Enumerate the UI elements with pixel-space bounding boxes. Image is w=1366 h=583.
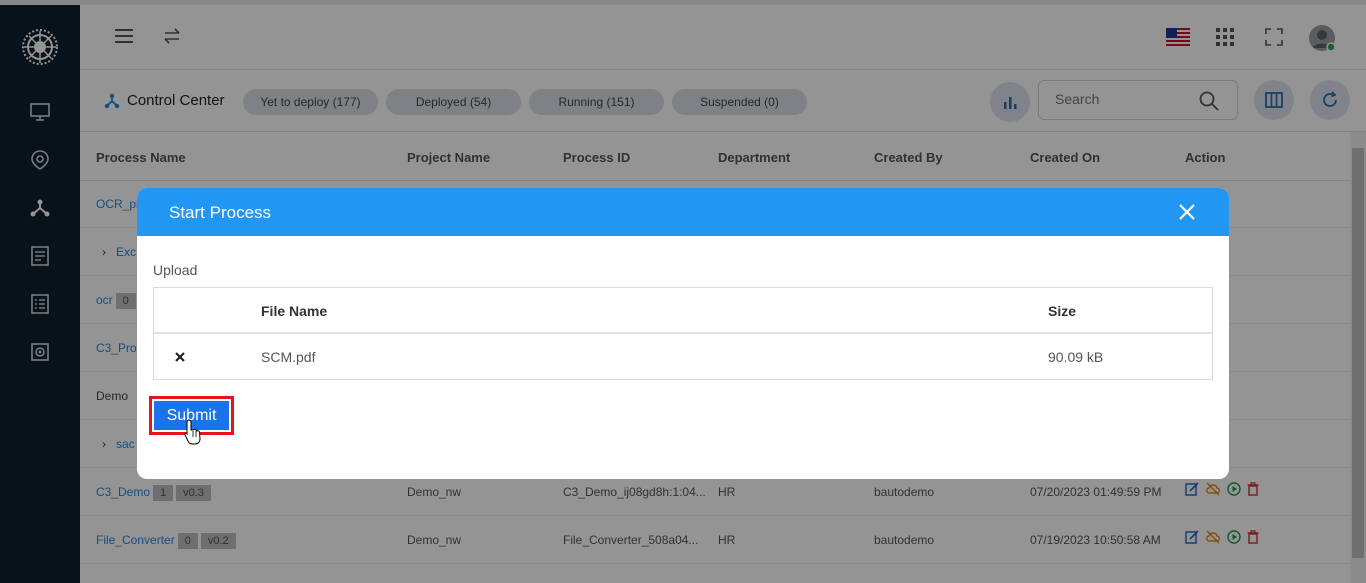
remove-file-icon[interactable] xyxy=(174,351,186,363)
dialog-title: Start Process xyxy=(169,203,272,222)
hand-pointer-cursor-icon xyxy=(184,419,201,445)
file-name-header: File Name xyxy=(261,303,328,319)
file-name-link[interactable]: SCM.pdf xyxy=(261,349,315,365)
start-process-dialog: Start Process Upload File Name Size SCM.… xyxy=(137,188,1229,479)
dialog-header: Start Process xyxy=(137,188,1229,236)
file-size: 90.09 kB xyxy=(1048,349,1104,365)
size-header: Size xyxy=(1048,303,1077,319)
upload-label: Upload xyxy=(153,262,198,278)
file-row: SCM.pdf 90.09 kB xyxy=(154,335,1212,380)
file-table-header: File Name Size xyxy=(154,288,1212,334)
close-icon[interactable] xyxy=(1177,202,1197,222)
upload-file-table: File Name Size SCM.pdf 90.09 kB xyxy=(153,287,1213,380)
